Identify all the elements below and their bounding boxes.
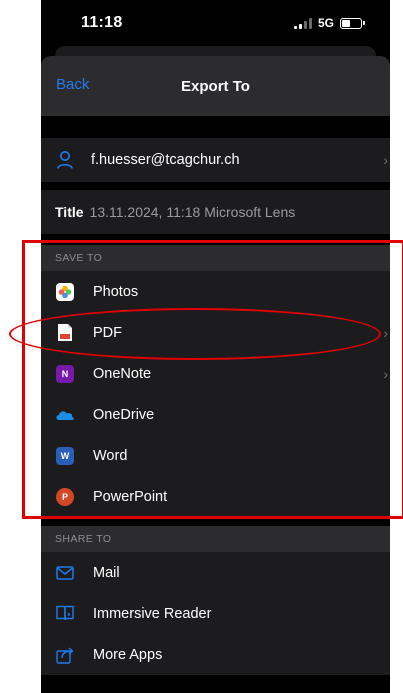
- save-item-onenote[interactable]: N OneNote ›: [41, 353, 390, 394]
- share-icon: [55, 645, 75, 665]
- share-item-label: Mail: [93, 564, 120, 581]
- save-item-word[interactable]: W Word: [41, 435, 390, 476]
- status-time: 11:18: [81, 14, 123, 31]
- onenote-icon: N: [55, 364, 75, 384]
- word-icon: W: [55, 446, 75, 466]
- share-item-mail[interactable]: Mail: [41, 552, 390, 593]
- page-title: Export To: [181, 77, 250, 95]
- save-item-photos[interactable]: Photos: [41, 271, 390, 312]
- signal-icon: [293, 17, 312, 29]
- mail-icon: [55, 563, 75, 583]
- status-bar: 11:18 5G: [41, 0, 390, 46]
- save-item-label: Photos: [93, 283, 139, 300]
- export-sheet: Back Export To f.huesser@tcagchur.ch › T…: [41, 56, 390, 693]
- phone-screen: 11:18 5G Back Export To f.huesser@tcagch…: [41, 0, 390, 693]
- pdf-icon: [55, 323, 75, 343]
- save-to-header: SAVE TO: [41, 245, 390, 271]
- save-item-label: PDF: [93, 324, 122, 341]
- account-row[interactable]: f.huesser@tcagchur.ch ›: [41, 138, 390, 182]
- chevron-right-icon: ›: [383, 152, 388, 168]
- share-item-more-apps[interactable]: More Apps: [41, 634, 390, 675]
- chevron-right-icon: ›: [383, 324, 388, 341]
- save-item-label: Word: [93, 447, 128, 464]
- chevron-right-icon: ›: [383, 365, 388, 382]
- navigation-bar: Back Export To: [41, 56, 390, 116]
- person-icon: [55, 150, 75, 170]
- onedrive-icon: [55, 405, 75, 425]
- save-item-label: PowerPoint: [93, 488, 168, 505]
- title-label: Title: [55, 204, 84, 220]
- photos-icon: [55, 282, 75, 302]
- save-item-label: OneNote: [93, 365, 152, 382]
- powerpoint-icon: P: [55, 487, 75, 507]
- battery-icon: [340, 17, 365, 29]
- save-item-label: OneDrive: [93, 406, 155, 423]
- account-email: f.huesser@tcagchur.ch: [91, 152, 240, 168]
- share-item-immersive-reader[interactable]: Immersive Reader: [41, 593, 390, 634]
- network-label: 5G: [317, 16, 334, 30]
- back-button[interactable]: Back: [56, 76, 89, 93]
- title-value: 13.11.2024, 11:18 Microsoft Lens: [89, 204, 296, 220]
- immersive-reader-icon: [55, 604, 75, 624]
- title-row[interactable]: Title 13.11.2024, 11:18 Microsoft Lens: [41, 190, 390, 234]
- save-item-pdf[interactable]: PDF ›: [41, 312, 390, 353]
- share-item-label: Immersive Reader: [93, 605, 212, 622]
- share-to-header: SHARE TO: [41, 526, 390, 552]
- share-item-label: More Apps: [93, 646, 163, 663]
- save-item-powerpoint[interactable]: P PowerPoint: [41, 476, 390, 517]
- save-item-onedrive[interactable]: OneDrive: [41, 394, 390, 435]
- status-indicators: 5G: [293, 16, 365, 30]
